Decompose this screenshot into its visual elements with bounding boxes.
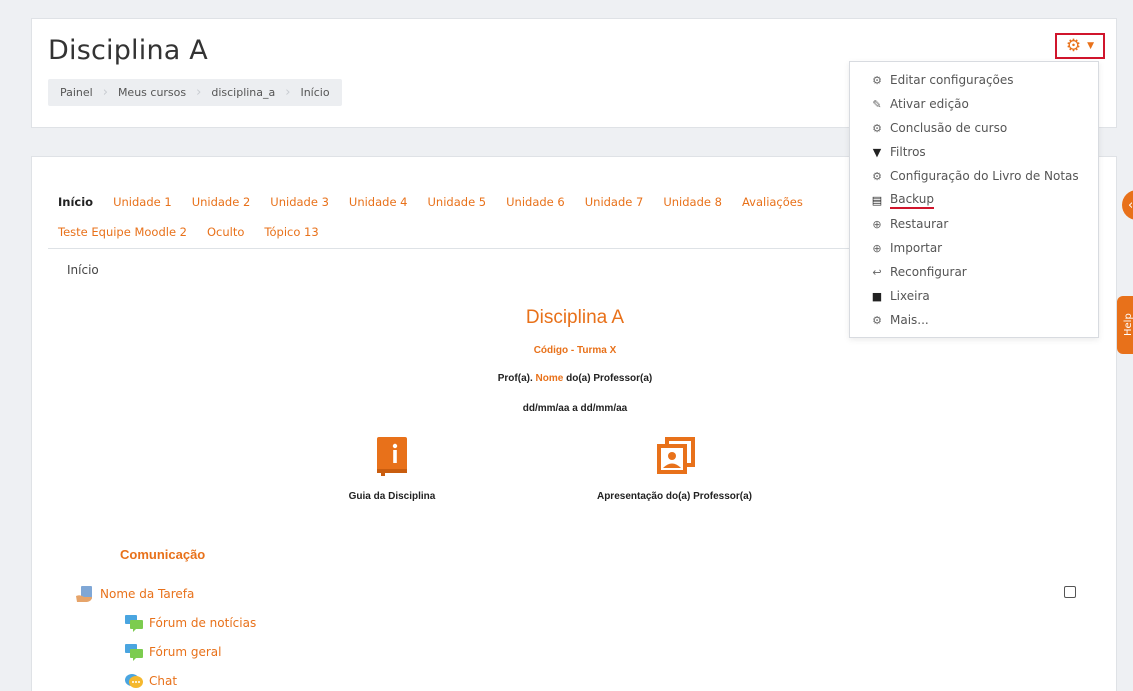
gear-icon: ⚙ xyxy=(1065,35,1082,56)
forum-general-label: Fórum geral xyxy=(149,645,222,659)
guide-label: Guia da Disciplina xyxy=(348,491,436,502)
guide-resource[interactable]: Guia da Disciplina xyxy=(337,435,447,502)
menu-item-label: Lixeira xyxy=(890,289,930,303)
tab-inicio[interactable]: Início xyxy=(48,195,103,209)
breadcrumb: Painel › Meus cursos › disciplina_a › In… xyxy=(48,79,342,106)
gear-icon: ⚙ xyxy=(872,313,882,327)
breadcrumb-separator: › xyxy=(285,85,291,100)
course-actions-button[interactable]: ⚙ ▼ xyxy=(1055,33,1105,59)
menu-item-more[interactable]: ⚙ Mais... xyxy=(850,308,1098,332)
menu-item-label: Restaurar xyxy=(890,217,949,231)
reply-icon: ↩ xyxy=(872,265,882,279)
menu-item-import[interactable]: ⊕ Importar xyxy=(850,236,1098,260)
course-dates: dd/mm/aa a dd/mm/aa xyxy=(522,403,628,414)
tab-topico-13[interactable]: Tópico 13 xyxy=(254,225,328,239)
gear-icon: ⚙ xyxy=(872,169,882,183)
menu-item-gradebook-setup[interactable]: ⚙ Configuração do Livro de Notas xyxy=(850,164,1098,188)
portrait-gallery-icon xyxy=(656,437,695,474)
breadcrumb-item-course[interactable]: disciplina_a xyxy=(211,86,275,99)
menu-item-filters[interactable]: ▼ Filtros xyxy=(850,140,1098,164)
professor-name-link[interactable]: Nome xyxy=(536,373,564,384)
menu-item-edit-settings[interactable]: ⚙ Editar configurações xyxy=(850,68,1098,92)
tab-unidade-3[interactable]: Unidade 3 xyxy=(260,195,339,209)
completion-checkbox[interactable] xyxy=(1064,586,1076,598)
menu-item-recycle-bin[interactable]: ■ Lixeira xyxy=(850,284,1098,308)
menu-item-label: Backup xyxy=(890,192,934,209)
breadcrumb-separator: › xyxy=(196,85,202,100)
menu-item-label: Importar xyxy=(890,241,943,255)
help-label: Help xyxy=(1123,313,1133,336)
filter-icon: ▼ xyxy=(872,145,882,159)
presentation-resource[interactable]: Apresentação do(a) Professor(a) xyxy=(587,435,762,502)
tab-unidade-1[interactable]: Unidade 1 xyxy=(103,195,182,209)
course-professor: Prof(a). Nome do(a) Professor(a) xyxy=(32,373,1118,384)
professor-prefix: Prof(a). xyxy=(497,373,533,384)
menu-item-label: Configuração do Livro de Notas xyxy=(890,169,1079,183)
menu-item-backup[interactable]: ▤ Backup xyxy=(850,188,1098,212)
breadcrumb-separator: › xyxy=(102,85,108,100)
breadcrumb-item-painel[interactable]: Painel xyxy=(60,86,93,99)
gear-icon: ⚙ xyxy=(872,73,882,87)
forum-news-label: Fórum de notícias xyxy=(149,616,257,630)
tab-unidade-6[interactable]: Unidade 6 xyxy=(496,195,575,209)
breadcrumb-item-meus-cursos[interactable]: Meus cursos xyxy=(118,86,186,99)
menu-item-course-completion[interactable]: ⚙ Conclusão de curso xyxy=(850,116,1098,140)
tab-teste-equipe[interactable]: Teste Equipe Moodle 2 xyxy=(48,225,197,239)
gear-icon: ⚙ xyxy=(872,121,882,135)
menu-item-label: Ativar edição xyxy=(890,97,969,111)
pencil-icon: ✎ xyxy=(872,97,882,111)
page-title: Disciplina A xyxy=(48,35,208,66)
assignment-link[interactable]: Nome da Tarefa xyxy=(75,585,194,603)
upload-icon: ⊕ xyxy=(872,241,882,255)
menu-item-restore[interactable]: ⊕ Restaurar xyxy=(850,212,1098,236)
menu-item-label: Reconfigurar xyxy=(890,265,967,279)
menu-item-turn-editing-on[interactable]: ✎ Ativar edição xyxy=(850,92,1098,116)
section-label: Início xyxy=(67,263,99,277)
assignment-icon xyxy=(76,586,92,602)
upload-icon: ⊕ xyxy=(872,217,882,231)
tab-oculto[interactable]: Oculto xyxy=(197,225,254,239)
breadcrumb-item-inicio[interactable]: Início xyxy=(300,86,329,99)
menu-item-label: Mais... xyxy=(890,313,929,327)
forum-icon xyxy=(125,615,143,632)
menu-item-reset[interactable]: ↩ Reconfigurar xyxy=(850,260,1098,284)
course-code: Código - Turma X xyxy=(533,345,617,356)
menu-item-label: Conclusão de curso xyxy=(890,121,1008,135)
trash-icon: ■ xyxy=(871,289,883,303)
course-actions-menu: ⚙ Editar configurações ✎ Ativar edição ⚙… xyxy=(849,61,1099,338)
professor-suffix: do(a) Professor(a) xyxy=(566,373,653,384)
tab-unidade-5[interactable]: Unidade 5 xyxy=(418,195,497,209)
menu-item-label: Filtros xyxy=(890,145,926,159)
assignment-label: Nome da Tarefa xyxy=(100,587,195,601)
tab-avaliacoes[interactable]: Avaliações xyxy=(732,195,813,209)
communication-heading: Comunicação xyxy=(120,547,206,562)
book-info-icon xyxy=(377,437,407,476)
tab-unidade-7[interactable]: Unidade 7 xyxy=(575,195,654,209)
help-tab[interactable]: Help xyxy=(1117,296,1133,354)
forum-general-link[interactable]: Fórum geral xyxy=(124,643,221,661)
chat-label: Chat xyxy=(149,674,178,688)
file-icon: ▤ xyxy=(871,193,883,207)
tab-unidade-8[interactable]: Unidade 8 xyxy=(653,195,732,209)
forum-icon xyxy=(125,644,143,661)
caret-down-icon: ▼ xyxy=(1087,40,1095,51)
forum-news-link[interactable]: Fórum de notícias xyxy=(124,614,256,632)
chevron-left-icon: ‹ xyxy=(1128,197,1133,213)
tab-unidade-4[interactable]: Unidade 4 xyxy=(339,195,418,209)
presentation-label: Apresentação do(a) Professor(a) xyxy=(596,491,753,502)
menu-item-label: Editar configurações xyxy=(890,73,1014,87)
tab-unidade-2[interactable]: Unidade 2 xyxy=(182,195,261,209)
chat-link[interactable]: Chat xyxy=(124,672,177,690)
drawer-toggle-button[interactable]: ‹ xyxy=(1122,190,1133,220)
chat-icon xyxy=(125,674,143,688)
